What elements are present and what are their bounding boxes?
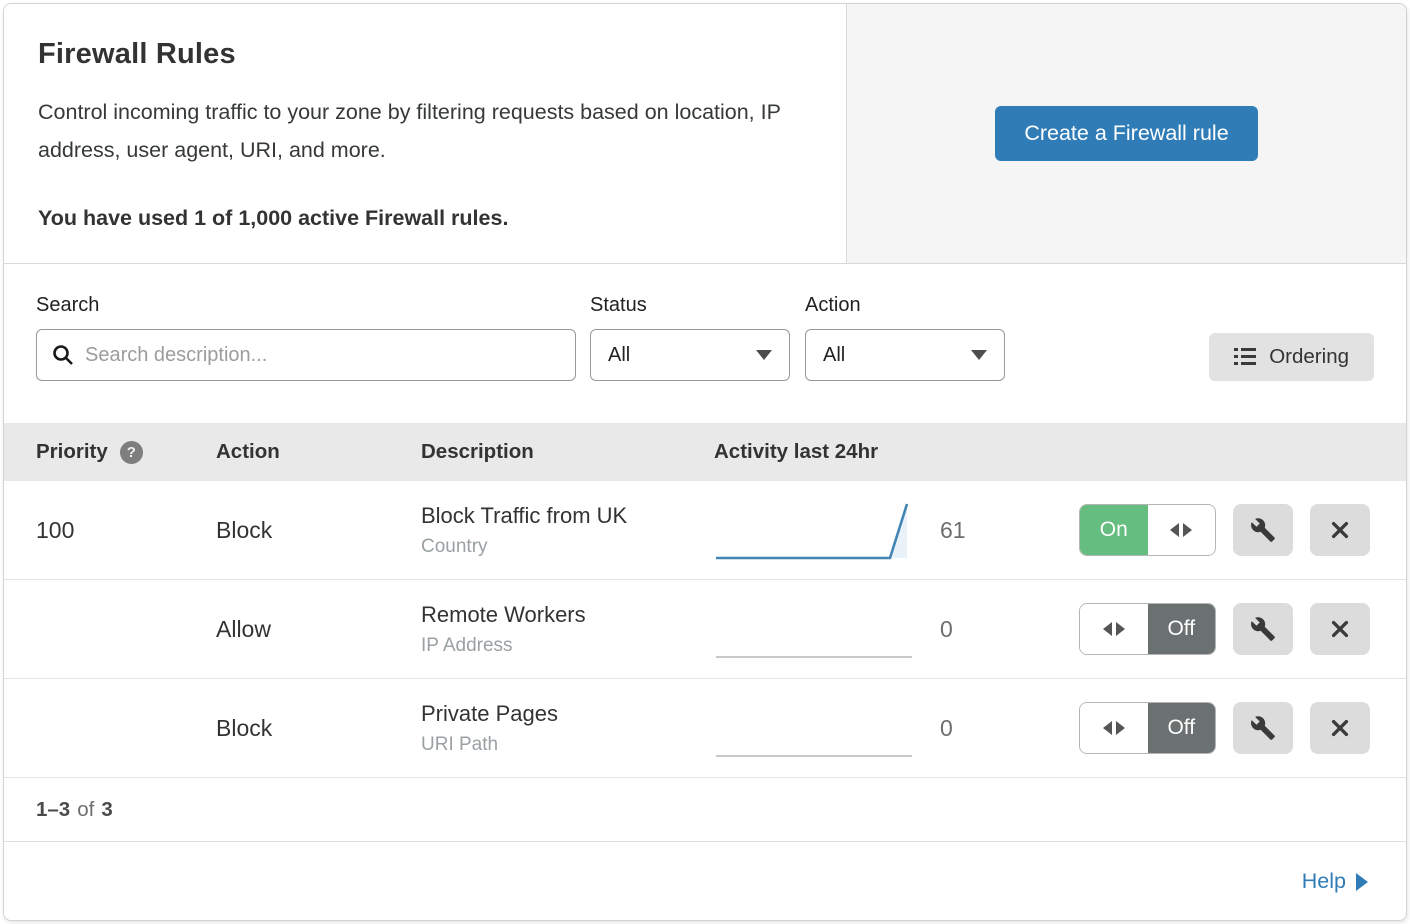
activity-sparkline — [714, 695, 914, 761]
action-label: Action — [805, 294, 1020, 317]
ordered-list-icon — [1234, 347, 1256, 367]
column-header-description: Description — [421, 440, 714, 464]
search-icon — [51, 343, 75, 367]
action-filter-group: Action All — [805, 294, 1020, 381]
table-header-row: Priority ? Action Description Activity l… — [4, 423, 1406, 481]
rule-enabled-toggle[interactable]: Off — [1079, 702, 1216, 754]
rule-action: Allow — [216, 616, 421, 643]
page-description: Control incoming traffic to your zone by… — [38, 93, 808, 169]
close-icon — [1329, 717, 1351, 739]
rule-action: Block — [216, 715, 421, 742]
column-header-activity: Activity last 24hr — [714, 440, 1159, 464]
close-icon — [1329, 618, 1351, 640]
chevron-down-icon — [756, 350, 772, 360]
column-header-priority: Priority ? — [36, 440, 216, 464]
delete-rule-button[interactable] — [1310, 702, 1370, 754]
firewall-rules-card: Firewall Rules Control incoming traffic … — [3, 3, 1407, 921]
rule-match-type: URI Path — [421, 734, 714, 756]
edit-rule-button[interactable] — [1233, 603, 1293, 655]
priority-header-label: Priority — [36, 440, 108, 464]
toggle-state-label: Off — [1148, 703, 1216, 753]
pagination-of-label: of — [77, 798, 94, 822]
action-selected-value: All — [823, 344, 845, 367]
status-filter-group: Status All — [590, 294, 805, 381]
wrench-icon — [1250, 616, 1276, 642]
search-input[interactable] — [36, 329, 576, 381]
rule-controls: Off — [1029, 603, 1370, 655]
ordering-button-label: Ordering — [1269, 345, 1349, 369]
help-footer: Help — [4, 842, 1406, 920]
rule-match-type: Country — [421, 536, 714, 558]
table-row: Allow Remote Workers IP Address 0 Off — [4, 580, 1406, 679]
wrench-icon — [1250, 517, 1276, 543]
rule-priority: 100 — [36, 517, 216, 544]
close-icon — [1329, 519, 1351, 541]
toggle-drag-handle-icon — [1080, 604, 1148, 654]
column-header-action: Action — [216, 440, 421, 464]
activity-sparkline — [714, 497, 914, 563]
edit-rule-button[interactable] — [1233, 702, 1293, 754]
header-section: Firewall Rules Control incoming traffic … — [4, 4, 1406, 264]
search-filter-group: Search — [36, 294, 590, 381]
pagination-range: 1–3 — [36, 798, 70, 822]
rule-enabled-toggle[interactable]: Off — [1079, 603, 1216, 655]
rule-description: Block Traffic from UK Country — [421, 503, 714, 558]
rule-match-type: IP Address — [421, 635, 714, 657]
rule-description: Remote Workers IP Address — [421, 602, 714, 657]
activity-count: 0 — [926, 715, 1029, 742]
page-title: Firewall Rules — [38, 38, 812, 71]
rule-action: Block — [216, 517, 421, 544]
rule-title: Private Pages — [421, 701, 714, 727]
status-select[interactable]: All — [590, 329, 790, 381]
rule-title: Block Traffic from UK — [421, 503, 714, 529]
toggle-state-label: Off — [1148, 604, 1216, 654]
table-row: Block Private Pages URI Path 0 Off — [4, 679, 1406, 778]
chevron-down-icon — [971, 350, 987, 360]
rule-title: Remote Workers — [421, 602, 714, 628]
search-field-wrap — [36, 329, 576, 381]
header-action-panel: Create a Firewall rule — [847, 4, 1406, 263]
toggle-drag-handle-icon — [1148, 505, 1216, 555]
firewall-rules-page: Firewall Rules Control incoming traffic … — [0, 0, 1410, 924]
ordering-button[interactable]: Ordering — [1209, 333, 1374, 381]
create-firewall-rule-button[interactable]: Create a Firewall rule — [995, 106, 1257, 161]
priority-help-icon[interactable]: ? — [120, 441, 143, 464]
status-label: Status — [590, 294, 805, 317]
header-text-panel: Firewall Rules Control incoming traffic … — [4, 4, 847, 263]
help-link[interactable]: Help — [1302, 869, 1368, 894]
caret-right-icon — [1356, 873, 1368, 891]
action-select[interactable]: All — [805, 329, 1005, 381]
delete-rule-button[interactable] — [1310, 603, 1370, 655]
activity-count: 61 — [926, 517, 1029, 544]
table-row: 100 Block Block Traffic from UK Country … — [4, 481, 1406, 580]
activity-sparkline — [714, 596, 914, 662]
edit-rule-button[interactable] — [1233, 504, 1293, 556]
pagination-total: 3 — [101, 798, 112, 822]
pagination-bar: 1–3 of 3 — [4, 778, 1406, 842]
rule-controls: Off — [1029, 702, 1370, 754]
usage-note: You have used 1 of 1,000 active Firewall… — [38, 206, 812, 231]
status-selected-value: All — [608, 344, 630, 367]
filters-bar: Search Status All Action — [4, 264, 1406, 423]
wrench-icon — [1250, 715, 1276, 741]
rule-description: Private Pages URI Path — [421, 701, 714, 756]
search-label: Search — [36, 294, 590, 317]
rule-controls: On — [1029, 504, 1370, 556]
delete-rule-button[interactable] — [1310, 504, 1370, 556]
help-link-label: Help — [1302, 869, 1346, 894]
toggle-drag-handle-icon — [1080, 703, 1148, 753]
toggle-state-label: On — [1080, 505, 1148, 555]
activity-count: 0 — [926, 616, 1029, 643]
rule-enabled-toggle[interactable]: On — [1079, 504, 1216, 556]
